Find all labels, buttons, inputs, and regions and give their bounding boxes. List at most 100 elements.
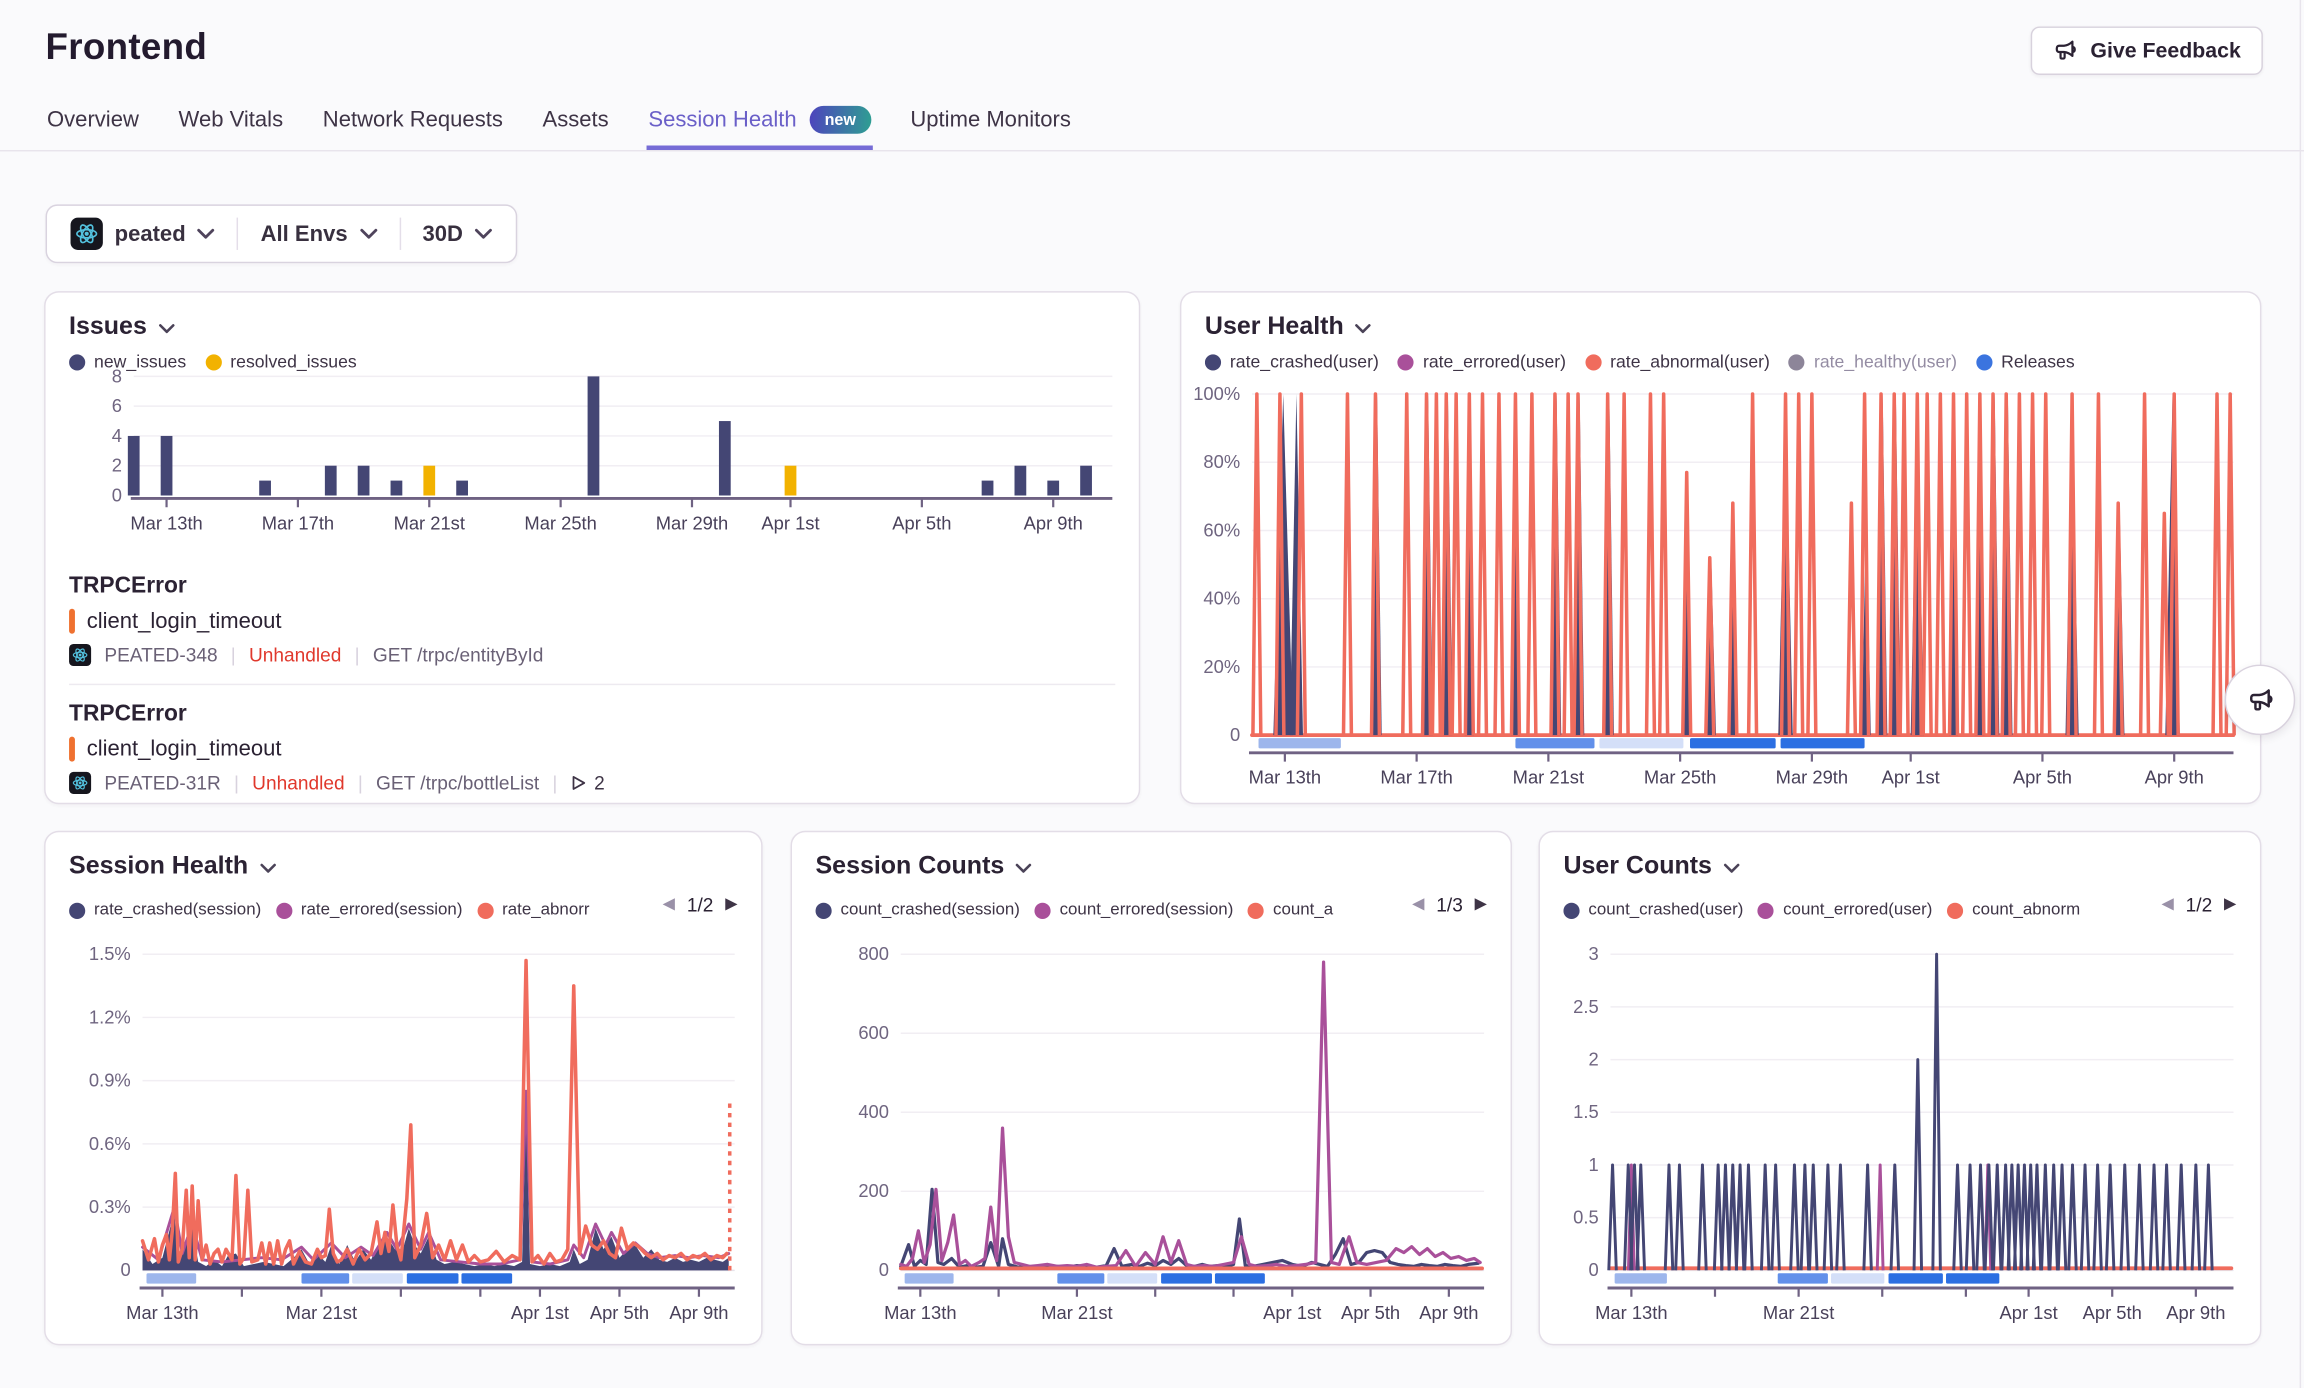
issue-error-type[interactable]: TRPCError xyxy=(69,701,1115,727)
issue-row[interactable]: TRPCError client_login_timeout PEATED-31… xyxy=(69,684,1115,812)
svg-text:Mar 21st: Mar 21st xyxy=(1513,767,1584,788)
svg-text:6: 6 xyxy=(112,395,122,416)
svg-text:0.3%: 0.3% xyxy=(89,1196,131,1217)
svg-text:2: 2 xyxy=(1588,1048,1598,1069)
session-health-chart[interactable]: 00.3%0.6%0.9%1.2%1.5%Mar 13thMar 21stApr… xyxy=(57,941,749,1341)
svg-text:Apr 5th: Apr 5th xyxy=(590,1302,649,1323)
legend-label: rate_errored(session) xyxy=(301,901,463,919)
panel-title: User Health xyxy=(1205,312,1344,341)
svg-text:Apr 1st: Apr 1st xyxy=(511,1302,569,1323)
chevron-down-icon xyxy=(159,323,175,333)
svg-text:1.2%: 1.2% xyxy=(89,1006,131,1027)
environment-filter[interactable]: All Envs xyxy=(261,221,377,246)
user-health-widget-title[interactable]: User Health xyxy=(1205,312,2237,341)
issues-widget-title[interactable]: Issues xyxy=(69,312,1115,341)
legend-item[interactable]: count_abnorm xyxy=(1947,901,2080,919)
legend-dot xyxy=(205,354,221,370)
issue-short-id: PEATED-348 xyxy=(104,644,217,666)
legend-dot xyxy=(1976,354,1992,370)
svg-text:Apr 5th: Apr 5th xyxy=(1341,1302,1400,1323)
svg-text:Mar 21st: Mar 21st xyxy=(1041,1302,1112,1323)
legend-next-button[interactable]: ▶ xyxy=(2224,897,2236,913)
user-counts-legend: count_crashed(user) count_errored(user) co… xyxy=(1563,901,2152,919)
legend-prev-button[interactable]: ◀ xyxy=(2161,897,2173,913)
issues-chart[interactable]: 02468Mar 13thMar 17thMar 21stMar 25thMar… xyxy=(57,369,1127,542)
legend-dot xyxy=(1585,354,1601,370)
tab-uptime-monitors[interactable]: Uptime Monitors xyxy=(909,97,1072,150)
page-title: Frontend xyxy=(46,26,208,69)
meta-separator: | xyxy=(231,644,236,666)
svg-text:600: 600 xyxy=(858,1022,889,1043)
legend-item[interactable]: count_errored(user) xyxy=(1758,901,1932,919)
issue-message: client_login_timeout xyxy=(87,609,282,634)
panel-title: Session Counts xyxy=(816,851,1005,880)
tab-web-vitals[interactable]: Web Vitals xyxy=(177,97,284,150)
chevron-down-icon xyxy=(1016,862,1032,872)
legend-item[interactable]: count_crashed(session) xyxy=(816,901,1020,919)
session-counts-widget-title[interactable]: Session Counts xyxy=(816,851,1488,880)
svg-text:Mar 13th: Mar 13th xyxy=(1249,767,1321,788)
replay-count-value: 2 xyxy=(594,772,605,794)
svg-text:Apr 9th: Apr 9th xyxy=(669,1302,728,1323)
issue-short-id: PEATED-31R xyxy=(104,772,220,794)
tab-session-health-label: Session Health xyxy=(648,108,796,133)
chevron-down-icon xyxy=(197,228,215,240)
legend-item[interactable]: count_crashed(user) xyxy=(1563,901,1743,919)
legend-item[interactable]: rate_abnorr xyxy=(477,901,589,919)
legend-dot xyxy=(477,902,493,918)
legend-dot xyxy=(1758,902,1774,918)
issue-error-type[interactable]: TRPCError xyxy=(69,573,1115,599)
session-health-panel: Session Health rate_crashed(session)rate… xyxy=(44,831,763,1346)
legend-item[interactable]: rate_crashed(session) xyxy=(69,901,261,919)
svg-text:0.6%: 0.6% xyxy=(89,1133,131,1154)
date-range-filter[interactable]: 30D xyxy=(423,221,493,246)
session-health-widget-title[interactable]: Session Health xyxy=(69,851,738,880)
legend-next-button[interactable]: ▶ xyxy=(1475,897,1487,913)
legend-item[interactable]: count_errored(session) xyxy=(1035,901,1234,919)
play-icon xyxy=(571,775,587,791)
give-feedback-button[interactable]: Give Feedback xyxy=(2030,26,2263,75)
legend-prev-button[interactable]: ◀ xyxy=(663,897,675,913)
panel-title: Session Health xyxy=(69,851,248,880)
legend-item[interactable]: count_a xyxy=(1248,901,1333,919)
chevron-down-icon xyxy=(475,228,493,240)
legend-prev-button[interactable]: ◀ xyxy=(1412,897,1424,913)
legend-label: count_crashed(user) xyxy=(1588,901,1743,919)
svg-text:80%: 80% xyxy=(1203,451,1240,472)
meta-separator: | xyxy=(358,772,363,794)
session-counts-panel: Session Counts count_crashed(session)cou… xyxy=(791,831,1512,1346)
tab-session-health[interactable]: Session Health new xyxy=(647,97,872,150)
floating-feedback-button[interactable] xyxy=(2225,665,2296,736)
svg-text:Apr 9th: Apr 9th xyxy=(1024,512,1083,533)
svg-text:Apr 5th: Apr 5th xyxy=(2083,1302,2142,1323)
tab-network-requests[interactable]: Network Requests xyxy=(321,97,504,150)
svg-text:Apr 1st: Apr 1st xyxy=(1882,767,1940,788)
svg-text:4: 4 xyxy=(112,425,122,446)
svg-text:0: 0 xyxy=(121,1259,131,1280)
tab-assets[interactable]: Assets xyxy=(541,97,610,150)
legend-label: count_a xyxy=(1273,901,1333,919)
issue-row[interactable]: TRPCError client_login_timeout PEATED-34… xyxy=(69,557,1115,683)
session-counts-legend: count_crashed(session) count_errored(sess… xyxy=(816,901,1404,919)
legend-dot xyxy=(1398,354,1414,370)
legend-dot xyxy=(1205,354,1221,370)
svg-text:Apr 1st: Apr 1st xyxy=(2000,1302,2058,1323)
legend-page-indicator: 1/2 xyxy=(2186,894,2213,916)
replay-count[interactable]: 2 xyxy=(571,772,605,794)
user-health-chart[interactable]: 020%40%60%80%100%Mar 13thMar 17thMar 21s… xyxy=(1193,369,2248,798)
issues-panel: Issues new_issuesresolved_issues 02468Ma… xyxy=(44,291,1140,804)
legend-item[interactable]: rate_errored(session) xyxy=(276,901,463,919)
session-counts-chart[interactable]: 0200400600800Mar 13thMar 21stApr 1stApr … xyxy=(804,941,1499,1341)
user-counts-widget-title[interactable]: User Counts xyxy=(1563,851,2236,880)
tab-overview[interactable]: Overview xyxy=(46,97,141,150)
legend-next-button[interactable]: ▶ xyxy=(725,897,737,913)
legend-dot xyxy=(276,902,292,918)
user-counts-chart[interactable]: 00.511.522.53Mar 13thMar 21stApr 1stApr … xyxy=(1552,941,2248,1341)
session-health-legend: rate_crashed(session) rate_errored(sessio… xyxy=(69,901,654,919)
react-project-icon xyxy=(69,772,91,794)
svg-text:0: 0 xyxy=(879,1259,889,1280)
project-filter[interactable]: peated xyxy=(71,218,216,250)
svg-text:2: 2 xyxy=(112,455,122,476)
svg-text:60%: 60% xyxy=(1203,519,1240,540)
issue-handling-badge: Unhandled xyxy=(252,772,344,794)
